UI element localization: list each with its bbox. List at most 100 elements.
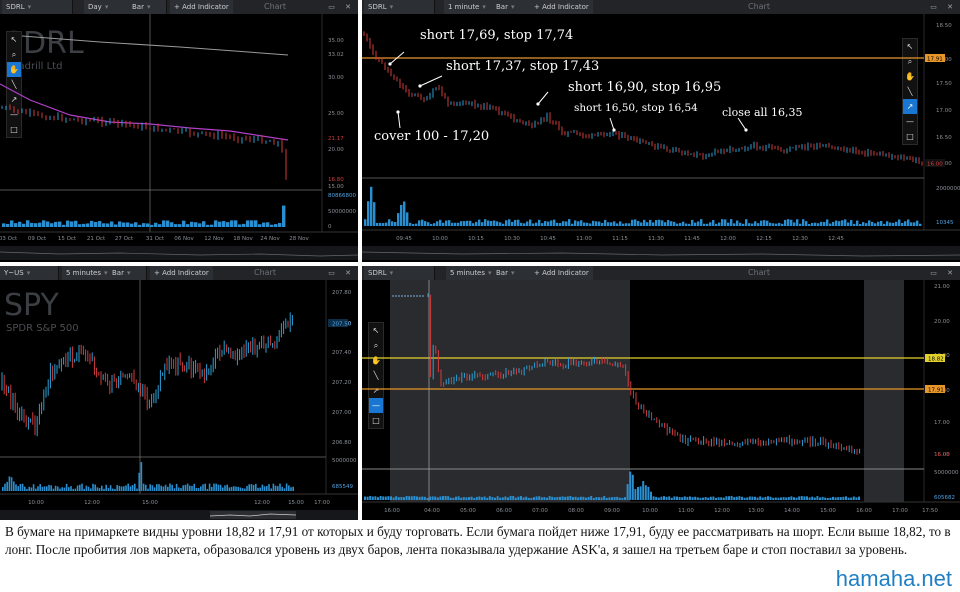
volume-bar <box>913 222 916 226</box>
volume-bar <box>553 497 556 500</box>
volume-bar <box>553 219 556 226</box>
volume-bar <box>392 497 395 500</box>
volume-bar <box>109 485 112 491</box>
volume-bar <box>838 221 841 226</box>
volume-bar <box>106 223 110 227</box>
volume-bar <box>856 220 859 226</box>
volume-bar <box>668 496 671 500</box>
volume-bar <box>694 496 697 500</box>
volume-bar <box>532 223 535 226</box>
volume-bar <box>673 496 676 500</box>
volume-bar <box>270 224 274 227</box>
volume-bar <box>30 487 33 491</box>
volume-bar <box>634 219 637 226</box>
volume-bar <box>451 222 454 226</box>
volume-bar <box>120 486 123 491</box>
volume-bar <box>803 496 806 500</box>
volume-bar <box>608 497 611 500</box>
volume-bar <box>631 219 634 226</box>
volume-bar <box>718 222 721 226</box>
volume-bar <box>587 497 590 500</box>
volume-bar <box>371 496 374 500</box>
volume-bar <box>421 219 424 226</box>
time-tick-label: 15:00 <box>288 500 304 506</box>
volume-bar <box>874 223 877 226</box>
volume-bar <box>126 222 130 227</box>
volume-bar <box>434 496 437 500</box>
volume-bar <box>413 496 416 500</box>
chart-panel-sdrl-daily[interactable]: SDRL ▾ Day ▾ Bar ▾ + Add Indicator Chart ▭ … <box>0 0 358 262</box>
volume-bar <box>465 497 468 500</box>
volume-bar <box>445 220 448 226</box>
volume-bar <box>252 484 255 491</box>
volume-bar <box>444 495 447 500</box>
volume-bar <box>527 497 530 500</box>
volume-bar <box>562 221 565 226</box>
volume-bar <box>745 219 748 226</box>
chart-panel-sdrl-5min[interactable]: SDRL ▾ 5 minutes ▾ Bar ▾ + Add Indicator Ch… <box>362 266 960 520</box>
time-tick-label: 17:00 <box>892 508 908 514</box>
volume-bar <box>484 219 487 226</box>
time-tick-label: 09:00 <box>604 508 620 514</box>
volume-bar <box>384 496 387 500</box>
volume-bar <box>270 488 272 491</box>
volume-bar <box>142 223 146 227</box>
volume-bar <box>582 496 585 500</box>
volume-bar <box>730 495 733 500</box>
volume-bar <box>763 220 766 226</box>
time-tick-label: 10:30 <box>504 236 520 242</box>
volume-bar <box>382 496 385 500</box>
volume-bar <box>82 223 86 227</box>
volume-bar <box>274 485 277 491</box>
arrow-head <box>396 110 400 114</box>
volume-bar <box>114 488 116 491</box>
volume-bar <box>239 487 242 491</box>
volume-bar <box>469 220 472 226</box>
volume-bar <box>478 219 481 226</box>
volume-bar <box>26 220 30 227</box>
volume-bar <box>41 486 44 491</box>
chart-panel-sdrl-1min[interactable]: SDRL ▾ 1 minute ▾ Bar ▾ + Add Indicator Cha… <box>362 0 960 262</box>
volume-bar <box>835 220 838 226</box>
chart-panel-spy-5min[interactable]: Y~US ▾ 5 minutes ▾ Bar ▾ + Add Indicator Ch… <box>0 266 358 520</box>
volume-bar <box>650 491 652 500</box>
volume-bar <box>142 483 145 491</box>
volume-bar <box>682 221 685 226</box>
volume-bar <box>769 222 772 226</box>
volume-bar <box>817 223 820 226</box>
volume-bar <box>481 497 483 500</box>
price-tick-label: 17.50 <box>936 81 952 87</box>
volume-bar <box>125 485 127 491</box>
volume-bar <box>712 496 715 500</box>
volume-bar <box>145 484 147 491</box>
volume-bar <box>508 219 511 226</box>
volume-bar <box>151 485 154 491</box>
volume-bar <box>134 222 138 227</box>
volume-bar <box>691 497 694 500</box>
volume-bar <box>462 497 465 500</box>
chart-canvas[interactable]: 207.80207.60207.40207.20207.00206.80207.… <box>0 266 358 520</box>
volume-bar <box>607 222 610 226</box>
price-marker: 17.91 <box>928 388 944 394</box>
chart-canvas[interactable]: 35.00 33.02 30.00 25.00 20.00 15.00 21.17 16.80… <box>0 0 358 262</box>
price-tick-label: 16.50 <box>936 135 952 141</box>
volume-bar <box>540 497 543 500</box>
volume-bar <box>164 484 167 491</box>
time-tick-label: 07:00 <box>532 508 548 514</box>
time-tick-label: 10:00 <box>432 236 448 242</box>
volume-bar <box>213 483 215 491</box>
volume-bar <box>237 486 239 491</box>
date-tick-label: 15 Oct <box>58 236 77 242</box>
volume-bar <box>186 483 189 491</box>
chart-canvas[interactable]: 21.0020.0019.0018.0017.0016.0018.8217.91… <box>362 266 960 520</box>
volume-bar <box>868 220 871 226</box>
volume-bar <box>736 220 739 226</box>
volume-bar <box>640 222 643 226</box>
volume-bar <box>170 222 174 227</box>
time-tick-label: 12:00 <box>254 500 270 506</box>
volume-bar <box>146 223 150 227</box>
volume-bar <box>799 223 802 226</box>
time-scroller <box>0 510 358 520</box>
volume-bar <box>374 496 377 500</box>
volume-bar <box>153 487 156 491</box>
